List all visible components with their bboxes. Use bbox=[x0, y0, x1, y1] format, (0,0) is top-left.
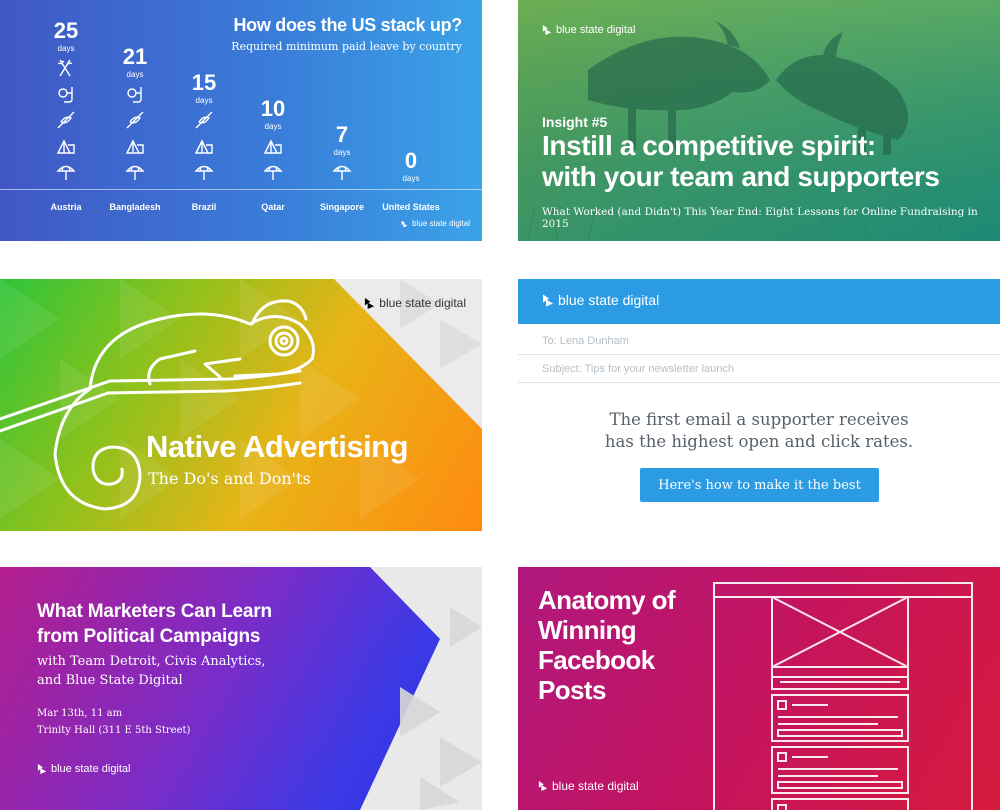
camping-icon bbox=[263, 136, 283, 161]
brand-logo: blue state digital bbox=[364, 296, 466, 310]
bar-value-label: 25 bbox=[53, 18, 79, 43]
chart-subtitle: Required minimum paid leave by country bbox=[231, 40, 462, 53]
snorkel-icon bbox=[125, 84, 145, 109]
partners-line: and Blue State Digital bbox=[37, 673, 183, 688]
partners-line: with Team Detroit, Civis Analytics, bbox=[37, 654, 266, 669]
insight-subtitle: What Worked (and Didn't) This Year End: … bbox=[542, 206, 978, 230]
event-date: Mar 13th, 11 am bbox=[37, 708, 123, 719]
bar-unit-label: days bbox=[195, 96, 213, 105]
kayak-icon bbox=[194, 110, 214, 135]
beach-umbrella-icon bbox=[194, 162, 214, 187]
beach-umbrella-icon bbox=[56, 162, 76, 187]
bar-value-label: 21 bbox=[122, 44, 148, 69]
facebook-posts-headline: Anatomy of Winning Facebook Posts bbox=[538, 585, 676, 705]
event-details: Mar 13th, 11 am Trinity Hall (311 E 5th … bbox=[37, 705, 190, 739]
headline-line: from Political Campaigns bbox=[37, 626, 261, 647]
brand-name: blue state digital bbox=[51, 763, 131, 775]
camping-icon bbox=[56, 136, 76, 161]
kayak-icon bbox=[56, 110, 76, 135]
brand-mark-icon bbox=[542, 293, 554, 308]
brand-name: blue state digital bbox=[552, 779, 639, 793]
email-to-field: To: Lena Dunham bbox=[518, 327, 1000, 355]
brand-mark-icon bbox=[538, 780, 548, 792]
bar-unit-label: days bbox=[264, 122, 282, 131]
ski-icon bbox=[56, 58, 76, 83]
insight-headline: Instill a competitive spirit: with your … bbox=[542, 130, 940, 192]
brand-name: blue state digital bbox=[379, 296, 466, 310]
brand-logo: blue state digital bbox=[542, 24, 636, 36]
email-subject-field: Subject: Tips for your newsletter launch bbox=[518, 355, 1000, 383]
email-preview-card: blue state digital To: Lena Dunham Subje… bbox=[518, 279, 1000, 531]
bar-value-label: 10 bbox=[260, 96, 286, 121]
brand-mark-icon bbox=[542, 24, 552, 36]
brand-name: blue state digital bbox=[556, 24, 636, 36]
bar-value-label: 15 bbox=[191, 70, 217, 95]
event-partners: with Team Detroit, Civis Analytics, and … bbox=[37, 652, 266, 690]
brand-mark-icon bbox=[37, 763, 47, 775]
bar-value-label: 0 bbox=[404, 148, 418, 173]
chart-title: How does the US stack up? bbox=[233, 15, 462, 35]
brand-logo: blue state digital bbox=[538, 779, 639, 793]
headline-line: What Marketers Can Learn bbox=[37, 601, 272, 622]
category-label: Austria bbox=[50, 202, 82, 212]
chameleon-icon bbox=[0, 299, 315, 511]
camping-icon bbox=[194, 136, 214, 161]
brand-logo: blue state digital bbox=[401, 219, 470, 228]
message-line: The first email a supporter receives bbox=[609, 410, 909, 429]
bar-unit-label: days bbox=[126, 70, 144, 79]
camping-icon bbox=[125, 136, 145, 161]
headline-line: Posts bbox=[538, 675, 606, 705]
beach-umbrella-icon bbox=[263, 162, 283, 187]
message-line: has the highest open and click rates. bbox=[604, 432, 914, 451]
native-advertising-card: blue state digital Native Advertising Th… bbox=[0, 279, 482, 531]
bar-unit-label: days bbox=[402, 174, 420, 183]
brand-mark-icon bbox=[401, 220, 408, 228]
snorkel-icon bbox=[56, 84, 76, 109]
email-message: The first email a supporter receives has… bbox=[518, 409, 1000, 453]
event-venue: Trinity Hall (311 E 5th Street) bbox=[37, 725, 191, 736]
beach-umbrella-icon bbox=[125, 162, 145, 187]
brand-mark-icon bbox=[364, 297, 375, 310]
bar-value-label: 7 bbox=[335, 122, 349, 147]
bar-unit-label: days bbox=[57, 44, 75, 53]
native-advertising-subtitle: The Do's and Don'ts bbox=[148, 469, 311, 488]
headline-line: Anatomy of bbox=[538, 585, 676, 615]
beach-umbrella-icon bbox=[332, 162, 352, 187]
brand-name: blue state digital bbox=[558, 292, 660, 308]
brand-name: blue state digital bbox=[412, 219, 470, 228]
insight-kicker: Insight #5 bbox=[542, 114, 608, 130]
brand-logo: blue state digital bbox=[37, 763, 131, 775]
category-label: Singapore bbox=[319, 202, 365, 212]
event-headline: What Marketers Can Learn from Political … bbox=[37, 599, 272, 649]
headline-line: Instill a competitive spirit: bbox=[542, 130, 876, 161]
category-label: United States bbox=[382, 202, 440, 212]
category-label: Qatar bbox=[261, 202, 285, 212]
headline-line: with your team and supporters bbox=[542, 161, 940, 192]
make-it-best-button[interactable]: Here's how to make it the best bbox=[640, 468, 879, 502]
insight-five-card: blue state digital Insight #5 Instill a … bbox=[518, 0, 1000, 241]
headline-line: Winning bbox=[538, 615, 637, 645]
facebook-posts-card: Anatomy of Winning Facebook Posts blue s… bbox=[518, 567, 1000, 810]
kayak-icon bbox=[125, 110, 145, 135]
paid-leave-infographic: How does the US stack up? Required minim… bbox=[0, 0, 482, 241]
category-label: Brazil bbox=[191, 202, 217, 212]
headline-line: Facebook bbox=[538, 645, 655, 675]
political-campaigns-event-card: What Marketers Can Learn from Political … bbox=[0, 567, 482, 810]
category-label: Bangladesh bbox=[109, 202, 161, 212]
brand-logo: blue state digital bbox=[542, 292, 659, 308]
chart-baseline bbox=[0, 189, 482, 190]
bar-unit-label: days bbox=[333, 148, 351, 157]
native-advertising-headline: Native Advertising bbox=[146, 429, 409, 464]
